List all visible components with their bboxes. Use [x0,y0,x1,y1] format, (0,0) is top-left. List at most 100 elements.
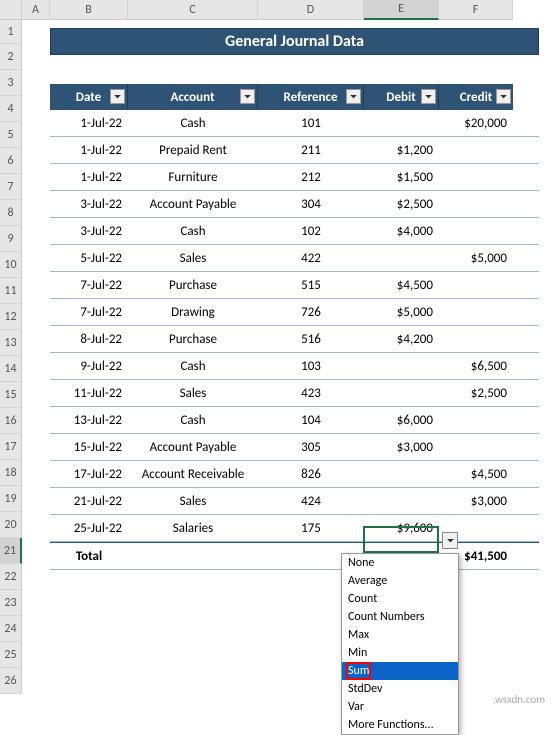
cell-debit[interactable] [364,488,439,514]
cell-credit[interactable]: $2,500 [439,380,513,406]
cell-account[interactable]: Cash [128,218,258,244]
col-header-d[interactable]: D [258,0,364,20]
cell-reference[interactable]: 516 [258,326,364,352]
row-header-24[interactable]: 24 [0,616,22,642]
cell-debit[interactable] [364,380,439,406]
col-header-a[interactable]: A [22,0,50,20]
cell-account[interactable]: Sales [128,488,258,514]
col-header-f[interactable]: F [439,0,513,20]
cell-account[interactable]: Account Receivable [128,461,258,487]
dropdown-item-none[interactable]: None [342,554,458,572]
cell-debit[interactable]: $6,000 [364,407,439,433]
cell-debit[interactable]: $4,000 [364,218,439,244]
filter-reference-button[interactable] [346,89,361,104]
cell-reference[interactable]: 103 [258,353,364,379]
dropdown-item-average[interactable]: Average [342,572,458,590]
cell-date[interactable]: 1-Jul-22 [50,137,128,163]
col-header-c[interactable]: C [128,0,258,20]
dropdown-item-count[interactable]: Count [342,590,458,608]
row-header-12[interactable]: 12 [0,304,22,330]
cell-credit[interactable] [439,272,513,298]
row-header-8[interactable]: 8 [0,200,22,226]
row-header-5[interactable]: 5 [0,122,22,148]
cell-credit[interactable] [439,407,513,433]
row-header-26[interactable]: 26 [0,668,22,694]
cell-credit[interactable]: $3,000 [439,488,513,514]
row-header-19[interactable]: 19 [0,486,22,512]
cell-date[interactable]: 3-Jul-22 [50,218,128,244]
dropdown-item-stddev[interactable]: StdDev [342,680,458,698]
aggregate-function-dropdown[interactable]: NoneAverageCountCount NumbersMaxMinSumSt… [341,553,459,735]
row-header-22[interactable]: 22 [0,564,22,590]
cell-debit[interactable] [364,245,439,271]
row-header-14[interactable]: 14 [0,356,22,382]
cell-account[interactable]: Account Payable [128,434,258,460]
cell-debit[interactable]: $5,000 [364,299,439,325]
row-header-9[interactable]: 9 [0,226,22,252]
cell-date[interactable]: 5-Jul-22 [50,245,128,271]
cell-account[interactable]: Purchase [128,326,258,352]
cell-date[interactable]: 17-Jul-22 [50,461,128,487]
cell-reference[interactable]: 212 [258,164,364,190]
cell-debit[interactable]: $3,000 [364,434,439,460]
cell-debit[interactable]: $2,500 [364,191,439,217]
cell-date[interactable]: 13-Jul-22 [50,407,128,433]
cell-credit[interactable] [439,326,513,352]
cell-debit[interactable]: $1,500 [364,164,439,190]
cell-debit[interactable]: $1,200 [364,137,439,163]
cell-credit[interactable]: $20,000 [439,110,513,136]
cell-reference[interactable]: 211 [258,137,364,163]
row-header-21[interactable]: 21 [0,538,22,564]
cell-date[interactable]: 21-Jul-22 [50,488,128,514]
row-header-13[interactable]: 13 [0,330,22,356]
cell-reference[interactable]: 175 [258,515,364,541]
cell-account[interactable]: Sales [128,245,258,271]
row-header-15[interactable]: 15 [0,382,22,408]
cell-account[interactable]: Cash [128,110,258,136]
dropdown-item-min[interactable]: Min [342,644,458,662]
cell-debit[interactable] [364,461,439,487]
cell-reference[interactable]: 104 [258,407,364,433]
row-header-17[interactable]: 17 [0,434,22,460]
row-header-1[interactable]: 1 [0,20,22,44]
row-header-16[interactable]: 16 [0,408,22,434]
cell-date[interactable]: 8-Jul-22 [50,326,128,352]
cell-reference[interactable]: 826 [258,461,364,487]
cell-reference[interactable]: 422 [258,245,364,271]
row-header-6[interactable]: 6 [0,148,22,174]
cell-account[interactable]: Furniture [128,164,258,190]
col-header-b[interactable]: B [50,0,128,20]
cell-debit[interactable]: $4,200 [364,326,439,352]
cell-date[interactable]: 1-Jul-22 [50,164,128,190]
cell-account[interactable]: Cash [128,353,258,379]
row-header-23[interactable]: 23 [0,590,22,616]
cell-account[interactable]: Purchase [128,272,258,298]
row-header-3[interactable]: 3 [0,70,22,96]
cell-date[interactable]: 7-Jul-22 [50,272,128,298]
cell-debit[interactable]: $9,600 [364,515,439,541]
cell-date[interactable]: 15-Jul-22 [50,434,128,460]
dropdown-item-max[interactable]: Max [342,626,458,644]
cell-credit[interactable]: $4,500 [439,461,513,487]
cell-account[interactable]: Sales [128,380,258,406]
row-header-20[interactable]: 20 [0,512,22,538]
cell-account[interactable]: Salaries [128,515,258,541]
row-header-2[interactable]: 2 [0,44,22,70]
row-header-10[interactable]: 10 [0,252,22,278]
cell-account[interactable]: Drawing [128,299,258,325]
cell-credit[interactable] [439,164,513,190]
totals-dropdown-button[interactable] [442,532,458,549]
cell-reference[interactable]: 515 [258,272,364,298]
cell-credit[interactable]: $5,000 [439,245,513,271]
cell-debit[interactable]: $4,500 [364,272,439,298]
cell-credit[interactable] [439,434,513,460]
cell-credit[interactable] [439,218,513,244]
total-account[interactable] [128,543,258,569]
cell-date[interactable]: 1-Jul-22 [50,110,128,136]
cell-credit[interactable]: $6,500 [439,353,513,379]
cell-credit[interactable] [439,191,513,217]
cell-date[interactable]: 25-Jul-22 [50,515,128,541]
cell-date[interactable]: 11-Jul-22 [50,380,128,406]
cell-account[interactable]: Cash [128,407,258,433]
cell-debit[interactable] [364,110,439,136]
